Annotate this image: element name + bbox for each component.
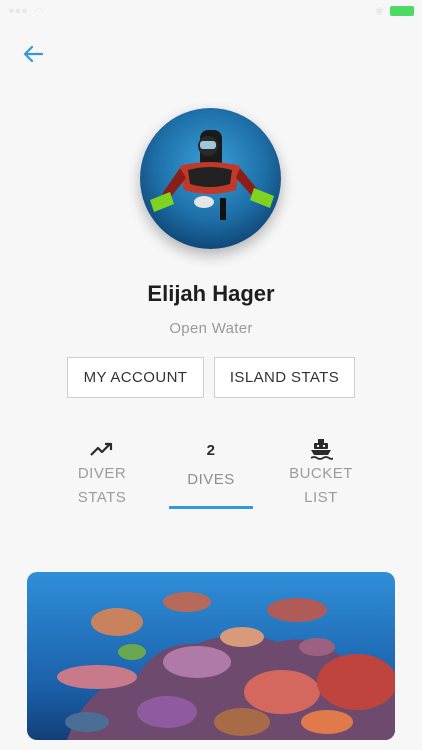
signal-icon: ●●● (8, 5, 28, 17)
tab-bucket-list-line2: LIST (304, 489, 338, 506)
coral-reef-image (27, 572, 395, 740)
tab-selected-indicator (169, 506, 253, 509)
island-stats-button[interactable]: ISLAND STATS (214, 357, 355, 398)
avatar-image (140, 108, 281, 249)
dive-site-image-card[interactable] (27, 572, 395, 740)
tab-dives[interactable]: 2 DIVES (161, 436, 261, 492)
tab-diver-stats[interactable]: DIVER STATS (52, 436, 152, 510)
my-account-button[interactable]: MY ACCOUNT (67, 357, 204, 398)
boat-icon (271, 436, 371, 462)
arrow-left-icon (23, 45, 43, 63)
tab-diver-stats-line2: STATS (77, 489, 127, 506)
tab-dives-label: DIVES (187, 471, 235, 488)
tab-bucket-list-line1: BUCKET (289, 465, 353, 482)
tab-diver-stats-line1: DIVER (77, 465, 127, 482)
tab-bucket-list[interactable]: BUCKET LIST (271, 436, 371, 510)
avatar[interactable] (140, 108, 281, 249)
status-left: ●●● ◠ (8, 5, 44, 18)
status-right: ✱ (375, 5, 414, 18)
back-button[interactable] (18, 40, 48, 68)
bluetooth-icon: ✱ (374, 5, 384, 18)
dives-count: 2 (206, 442, 216, 459)
battery-icon (390, 6, 414, 16)
wifi-icon: ◠ (33, 5, 44, 18)
trending-up-icon (52, 436, 152, 462)
certification-level: Open Water (169, 320, 253, 337)
status-bar: ●●● ◠ ✱ (0, 0, 422, 22)
profile-name: Elijah Hager (147, 281, 275, 306)
